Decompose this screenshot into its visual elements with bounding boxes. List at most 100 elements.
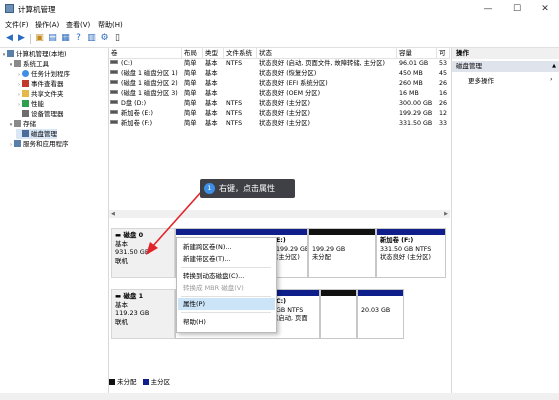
volume-cell-type: 基本 xyxy=(205,79,224,89)
column-header-status[interactable]: 状态 xyxy=(257,48,397,58)
menu-separator xyxy=(181,267,271,268)
partition-status: (启动, 页面 xyxy=(276,315,308,322)
volume-cell-text: 53 xyxy=(439,60,448,67)
volume-row[interactable]: (磁盘 1 磁盘分区 3) 简单 基本 状态良好 (OEM 分区) 16 MB 16 xyxy=(109,89,450,99)
column-header-type[interactable]: 类型 xyxy=(203,48,224,58)
column-header-volume[interactable]: 卷 xyxy=(109,48,182,58)
volume-cell-layout: 简单 xyxy=(184,109,203,119)
menu-item-help[interactable]: 帮助(H) xyxy=(178,316,275,328)
volume-cell-text: 45 xyxy=(439,70,448,77)
menu-action[interactable]: 操作(A) xyxy=(35,20,59,30)
volume-row[interactable]: D盘 (D:) 简单 基本 NTFS 状态良好 (主分区) 300.00 GB 26 xyxy=(109,99,450,109)
disk-1-type: 基本 xyxy=(115,300,128,309)
tree-item-computer-management[interactable]: ▾ 计算机管理(本地) xyxy=(1,49,67,59)
more-actions-item[interactable]: 更多操作 xyxy=(468,75,494,85)
tree-item-storage[interactable]: ▾ 存储 xyxy=(8,119,36,129)
close-button[interactable]: ✕ xyxy=(531,2,559,16)
show-hide-tree-icon[interactable]: ▤ xyxy=(47,33,58,44)
menu-item-convert-dynamic[interactable]: 转换到动态磁盘(C)... xyxy=(178,270,275,282)
scroll-left-icon[interactable]: ◀ xyxy=(111,211,115,217)
menu-item-new-striped-volume[interactable]: 新建带区卷(T)... xyxy=(178,253,275,265)
menu-view[interactable]: 查看(V) xyxy=(66,20,90,30)
volume-cell-type: 基本 xyxy=(205,69,224,79)
volume-cell-cap: 331.50 GB xyxy=(399,119,437,129)
title-bar: 计算机管理 — ☐ ✕ xyxy=(0,0,559,18)
volume-cell-text: 基本 xyxy=(205,80,218,87)
legend-primary-swatch xyxy=(142,379,149,385)
disk-1-label[interactable]: ▬ 磁盘 1 基本 119.23 GB 联机 xyxy=(111,289,175,339)
partition-status: (主分区) xyxy=(276,254,300,261)
tree-item-performance[interactable]: › 性能 xyxy=(16,99,44,109)
volume-cell-cap: 96.01 GB xyxy=(399,59,437,69)
volume-cell-fs: NTFS xyxy=(226,59,257,69)
collapse-up-icon[interactable]: ▲ xyxy=(552,61,556,72)
properties-icon[interactable]: ▦ xyxy=(60,33,71,44)
volume-cell-text: 简单 xyxy=(184,60,197,67)
volume-cell-fs: NTFS xyxy=(226,109,257,119)
status-bar xyxy=(0,393,559,400)
volume-row[interactable]: 新加卷 (F:) 简单 基本 NTFS 状态良好 (主分区) 331.50 GB 33 xyxy=(109,119,450,129)
volume-cell-text: 新加卷 (F:) xyxy=(121,120,153,127)
window-title: 计算机管理 xyxy=(18,5,56,14)
column-header-layout[interactable]: 布局 xyxy=(182,48,203,58)
disk-0-partition-f[interactable]: 新加卷 (F:) 331.50 GB NTFS 状态良好 (主分区) xyxy=(376,228,446,278)
volume-cell-layout: 简单 xyxy=(184,79,203,89)
volume-cell-text: 简单 xyxy=(184,100,197,107)
volume-cell-text: 状态良好 (主分区) xyxy=(259,100,310,107)
volume-icon xyxy=(110,70,118,74)
volume-row[interactable]: 新加卷 (E:) 简单 基本 NTFS 状态良好 (主分区) 199.29 GB 12 xyxy=(109,109,450,119)
volume-cell-text: 状态良好 (EFI 系统分区) xyxy=(259,80,328,87)
more-actions-arrow-icon[interactable]: › xyxy=(550,75,553,83)
column-header-capacity[interactable]: 容量 xyxy=(397,48,437,58)
menu-item-convert-mbr[interactable]: 转换成 MBR 磁盘(V) xyxy=(178,282,275,294)
settings-icon[interactable]: ⚙ xyxy=(99,33,110,44)
volume-cell-status: 状态良好 (OEM 分区) xyxy=(259,89,397,99)
column-header-free[interactable]: 可 xyxy=(437,48,450,58)
partition-size: 20.03 GB xyxy=(361,306,391,314)
volume-row[interactable]: (磁盘 1 磁盘分区 1) 简单 基本 状态良好 (恢复分区) 450 MB 45 xyxy=(109,69,450,79)
document-icon[interactable]: ▯ xyxy=(112,33,123,44)
tree-item-task-scheduler[interactable]: › 任务计划程序 xyxy=(16,69,70,79)
partition-status: 未分配 xyxy=(312,254,331,261)
disk-1-state: 联机 xyxy=(115,317,128,326)
volume-cell-layout: 简单 xyxy=(184,69,203,79)
tree-item-system-tools[interactable]: ▾ 系统工具 xyxy=(8,59,49,69)
volume-cell-layout: 简单 xyxy=(184,99,203,109)
volume-cell-fs xyxy=(226,89,257,99)
menu-help[interactable]: 帮助(H) xyxy=(98,20,123,30)
up-folder-icon[interactable]: ▣ xyxy=(34,33,45,44)
tree-item-event-viewer[interactable]: › 事件查看器 xyxy=(16,79,64,89)
maximize-button[interactable]: ☐ xyxy=(503,2,531,16)
volume-cell-vol: (C:) xyxy=(110,59,182,69)
disk-1-partition-small[interactable] xyxy=(320,289,357,339)
computer-icon xyxy=(7,50,14,57)
menu-item-new-spanned-volume[interactable]: 新建跨区卷(N)... xyxy=(178,241,275,253)
minimize-button[interactable]: — xyxy=(474,2,502,16)
partition-title: C:) xyxy=(276,298,287,305)
volume-cell-cap: 199.29 GB xyxy=(399,109,437,119)
tree-item-shared-folders[interactable]: › 共享文件夹 xyxy=(16,89,64,99)
column-header-filesystem[interactable]: 文件系统 xyxy=(224,48,257,58)
volume-row[interactable]: (磁盘 1 磁盘分区 2) 简单 基本 状态良好 (EFI 系统分区) 260 MB 26 xyxy=(109,79,450,89)
volume-cell-status: 状态良好 (主分区) xyxy=(259,99,397,109)
menu-item-properties[interactable]: 属性(P) xyxy=(178,298,275,310)
tree-item-device-manager[interactable]: 设备管理器 xyxy=(16,109,64,119)
menu-file[interactable]: 文件(F) xyxy=(5,20,29,30)
tree-item-disk-management[interactable]: 磁盘管理 xyxy=(16,129,57,139)
volume-cell-text: (磁盘 1 磁盘分区 2) xyxy=(121,80,178,87)
actions-section-disk-management[interactable]: 磁盘管理 ▲ xyxy=(452,61,559,72)
disk-0-unallocated[interactable]: 199.29 GB 未分配 xyxy=(308,228,376,278)
disk-1-partition-recovery[interactable]: 20.03 GB xyxy=(357,289,404,339)
volume-cell-text: 基本 xyxy=(205,70,218,77)
back-icon[interactable]: ◀ xyxy=(4,33,15,44)
tree-item-services-applications[interactable]: › 服务和应用程序 xyxy=(8,139,69,149)
volume-row[interactable]: (C:) 简单 基本 NTFS 状态良好 (启动, 页面文件, 故障转储, 主分区) 96… xyxy=(109,59,450,69)
help-icon[interactable]: ? xyxy=(73,33,84,44)
forward-icon[interactable]: ▶ xyxy=(16,33,27,44)
volume-cell-status: 状态良好 (恢复分区) xyxy=(259,69,397,79)
menu-separator xyxy=(181,312,271,313)
view-icon[interactable]: ▥ xyxy=(86,33,97,44)
volume-cell-text: 基本 xyxy=(205,90,218,97)
scroll-right-icon[interactable]: ▶ xyxy=(444,211,448,217)
services-icon xyxy=(14,140,21,147)
